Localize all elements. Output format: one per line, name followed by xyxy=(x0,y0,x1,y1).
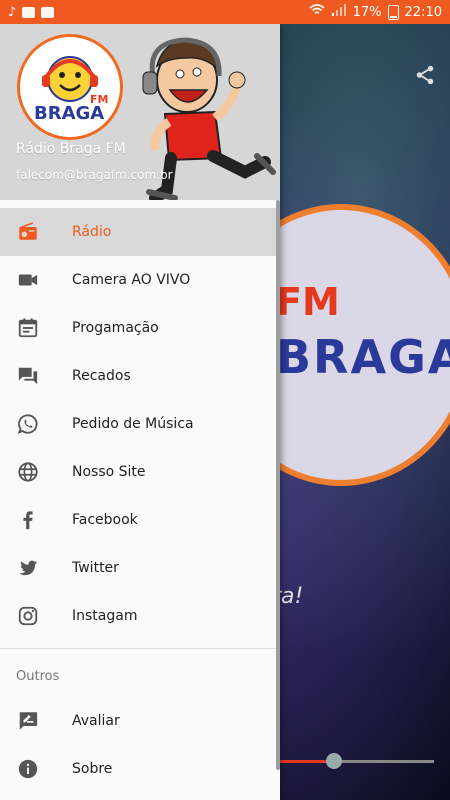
menu-item-label: Twitter xyxy=(72,560,119,576)
station-name: Rádio Braga FM xyxy=(16,141,126,157)
video-camera-icon xyxy=(16,268,40,292)
menu-item-label: Rádio xyxy=(72,224,112,240)
menu-item-label: Nosso Site xyxy=(72,464,146,480)
section-other-label: Outros xyxy=(16,669,60,684)
menu-item-label: Instagam xyxy=(72,608,138,624)
drawer-scrollbar[interactable] xyxy=(276,200,280,770)
info-icon xyxy=(16,757,40,781)
menu-item-programacao[interactable]: Progamação xyxy=(0,304,280,352)
menu-item-label: Facebook xyxy=(72,512,138,528)
logo-braga-text: BRAGA xyxy=(276,330,450,384)
menu-item-label: Recados xyxy=(72,368,131,384)
logo-fm-text: FM xyxy=(276,280,340,324)
music-note-icon: ♪ xyxy=(8,4,17,20)
wifi-icon xyxy=(309,4,325,20)
menu-item-sobre[interactable]: Sobre xyxy=(0,745,280,793)
menu-item-label: Progamação xyxy=(72,320,159,336)
chat-bubbles-icon xyxy=(16,364,40,388)
whatsapp-icon xyxy=(16,412,40,436)
menu-item-label: Pedido de Música xyxy=(72,416,194,432)
twitter-icon xyxy=(16,556,40,580)
download-icon xyxy=(22,6,36,18)
drawer-menu: Rádio Camera AO VIVO Progamação Recados … xyxy=(0,200,280,793)
menu-divider xyxy=(0,648,280,649)
menu-item-facebook[interactable]: Facebook xyxy=(0,496,280,544)
seek-thumb[interactable] xyxy=(326,753,342,769)
seek-bar[interactable] xyxy=(280,753,434,769)
menu-item-label: Sobre xyxy=(72,761,113,777)
drawer-header: FM BRAGA Rádio Braga FM falecom@bragafm. xyxy=(0,24,280,200)
menu-item-nosso-site[interactable]: Nosso Site xyxy=(0,448,280,496)
station-logo: FM BRAGA xyxy=(17,34,123,140)
menu-item-avaliar[interactable]: Avaliar xyxy=(0,697,280,745)
instagram-icon xyxy=(16,604,40,628)
facebook-icon xyxy=(16,508,40,532)
radio-icon xyxy=(16,220,40,244)
menu-item-camera[interactable]: Camera AO VIVO xyxy=(0,256,280,304)
share-icon[interactable] xyxy=(414,64,436,86)
signal-icon xyxy=(331,4,347,20)
menu-item-twitter[interactable]: Twitter xyxy=(0,544,280,592)
globe-icon xyxy=(16,460,40,484)
menu-item-radio[interactable]: Rádio xyxy=(0,208,280,256)
menu-item-pedido-musica[interactable]: Pedido de Música xyxy=(0,400,280,448)
menu-item-instagram[interactable]: Instagam xyxy=(0,592,280,640)
calendar-icon xyxy=(16,316,40,340)
menu-item-label: Avaliar xyxy=(72,713,120,729)
menu-item-label: Camera AO VIVO xyxy=(72,272,191,288)
menu-item-recados[interactable]: Recados xyxy=(0,352,280,400)
battery-icon xyxy=(387,4,399,20)
station-email[interactable]: falecom@bragafm.com.br xyxy=(16,168,173,182)
navigation-drawer: FM BRAGA Rádio Braga FM falecom@bragafm. xyxy=(0,24,280,800)
image-icon xyxy=(41,6,55,18)
rate-review-icon xyxy=(16,709,40,733)
clock: 22:10 xyxy=(404,4,442,20)
logo-braga-text: BRAGA xyxy=(34,103,104,124)
status-bar: ♪ 17% 22:10 xyxy=(0,0,450,24)
battery-percent: 17% xyxy=(352,4,382,20)
